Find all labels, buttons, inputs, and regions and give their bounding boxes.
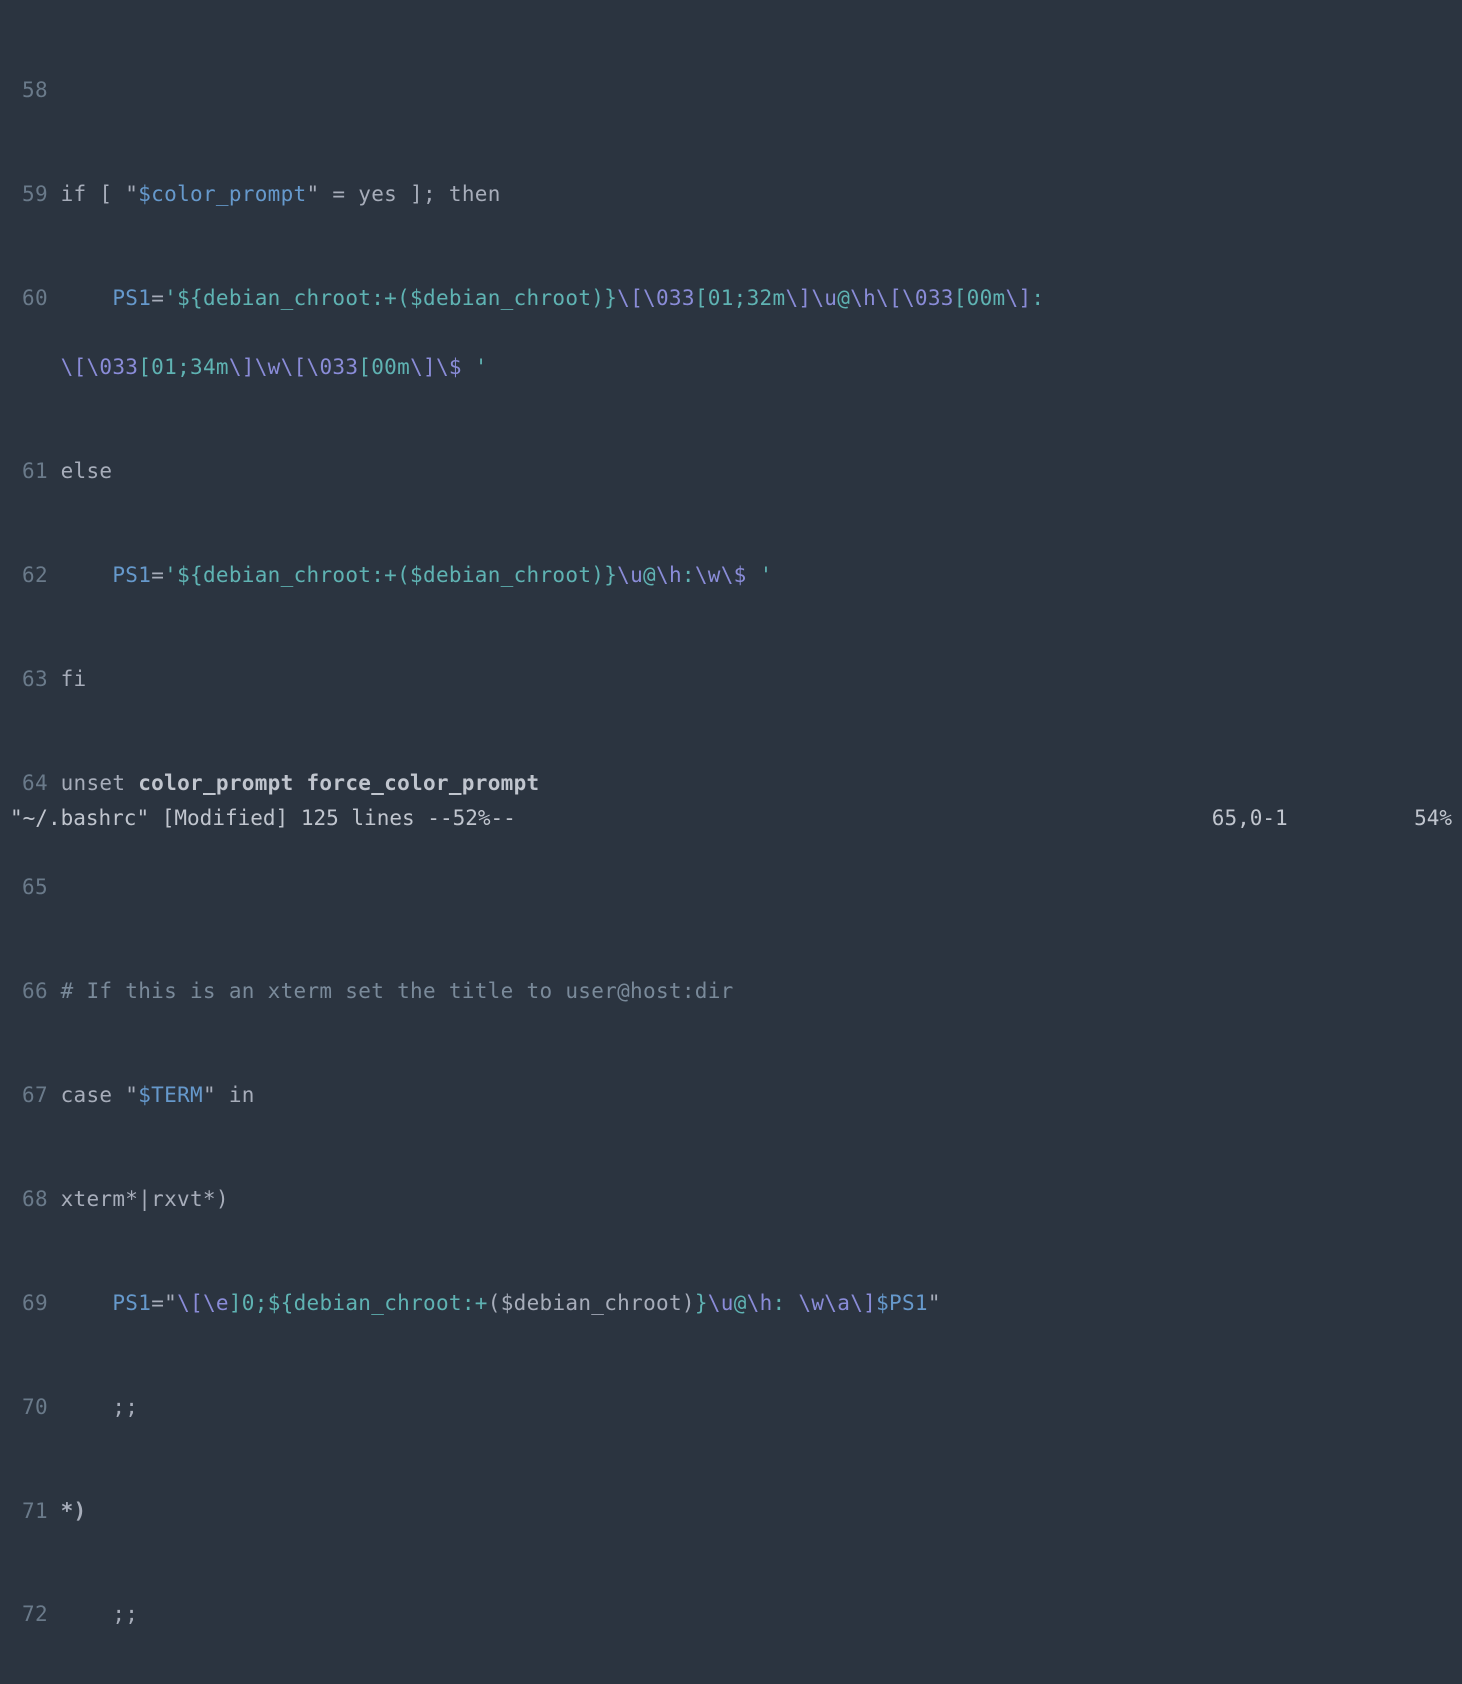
code-content bbox=[61, 870, 1452, 905]
line-number: 67 bbox=[10, 1078, 48, 1113]
code-line[interactable]: 58 bbox=[10, 73, 1452, 108]
status-file-info: "~/.bashrc" [Modified] 125 lines --52%-- bbox=[10, 801, 1212, 836]
code-content: xterm*|rxvt*) bbox=[61, 1182, 1452, 1217]
code-content: ;; bbox=[61, 1597, 1452, 1632]
code-line[interactable]: 71 *) bbox=[10, 1494, 1452, 1529]
code-line[interactable]: 64 unset color_prompt force_color_prompt bbox=[10, 766, 1452, 801]
vim-status-line: "~/.bashrc" [Modified] 125 lines --52%--… bbox=[10, 801, 1452, 836]
code-content: # If this is an xterm set the title to u… bbox=[61, 974, 1452, 1009]
code-line[interactable]: 60 PS1='${debian_chroot:+($debian_chroot… bbox=[10, 281, 1452, 316]
code-content: if [ "$color_prompt" = yes ]; then bbox=[61, 177, 1452, 212]
line-number: 58 bbox=[10, 73, 48, 108]
editor-viewport[interactable]: 58 59if [ "$color_prompt" = yes ]; then … bbox=[10, 4, 1452, 1684]
line-number: 68 bbox=[10, 1182, 48, 1217]
line-number: 71 bbox=[10, 1494, 48, 1529]
line-number: 62 bbox=[10, 558, 48, 593]
line-number: 59 bbox=[10, 177, 48, 212]
code-content: else bbox=[61, 454, 1452, 489]
code-line[interactable]: 61 else bbox=[10, 454, 1452, 489]
status-cursor-position: 65,0-1 bbox=[1212, 801, 1364, 836]
line-number: 69 bbox=[10, 1286, 48, 1321]
line-number: 65 bbox=[10, 870, 48, 905]
line-number: 60 bbox=[10, 281, 48, 316]
code-line[interactable]: 66 # If this is an xterm set the title to… bbox=[10, 974, 1452, 1009]
code-content: *) bbox=[61, 1494, 1452, 1529]
code-content: unset color_prompt force_color_prompt bbox=[61, 766, 1452, 801]
code-content: PS1="\[\e]0;${debian_chroot:+($debian_ch… bbox=[61, 1286, 1452, 1321]
code-line[interactable]: 69 PS1="\[\e]0;${debian_chroot:+($debian… bbox=[10, 1286, 1452, 1321]
code-content: PS1='${debian_chroot:+($debian_chroot)}\… bbox=[61, 558, 1452, 593]
code-line[interactable]: 70 ;; bbox=[10, 1390, 1452, 1425]
code-line[interactable]: 62 PS1='${debian_chroot:+($debian_chroot… bbox=[10, 558, 1452, 593]
line-number: 66 bbox=[10, 974, 48, 1009]
code-line[interactable]: 63 fi bbox=[10, 662, 1452, 697]
line-number: 61 bbox=[10, 454, 48, 489]
code-line[interactable]: 59 if [ "$color_prompt" = yes ]; then bbox=[10, 177, 1452, 212]
line-number: 72 bbox=[10, 1597, 48, 1632]
code-line[interactable]: 68 xterm*|rxvt*) bbox=[10, 1182, 1452, 1217]
code-content: PS1='${debian_chroot:+($debian_chroot)}\… bbox=[61, 281, 1452, 316]
code-content: case "$TERM" in bbox=[61, 1078, 1452, 1113]
code-content bbox=[61, 73, 1452, 108]
line-number: 64 bbox=[10, 766, 48, 801]
line-number: 63 bbox=[10, 662, 48, 697]
code-line[interactable]: 67 case "$TERM" in bbox=[10, 1078, 1452, 1113]
code-line[interactable]: 65 bbox=[10, 870, 1452, 905]
status-scroll-percent: 54% bbox=[1364, 801, 1453, 836]
code-line[interactable]: 72 ;; bbox=[10, 1597, 1452, 1632]
line-number: 70 bbox=[10, 1390, 48, 1425]
code-content: fi bbox=[61, 662, 1452, 697]
code-line-wrap[interactable]: \[\033[01;34m\]\w\[\033[00m\]\$ ' bbox=[61, 350, 1452, 385]
code-content: ;; bbox=[61, 1390, 1452, 1425]
